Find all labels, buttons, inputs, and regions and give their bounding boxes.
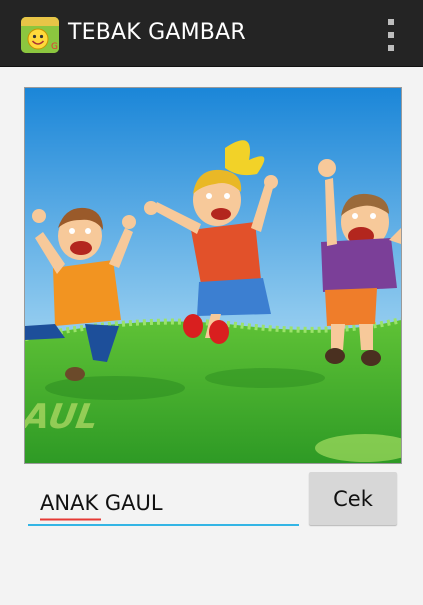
svg-text:G: G: [51, 42, 58, 52]
smiley-app-icon[interactable]: G: [21, 17, 59, 53]
check-button[interactable]: Cek: [309, 472, 397, 525]
app-title: TEBAK GAMBAR: [68, 20, 246, 45]
action-bar: G TEBAK GAMBAR: [0, 0, 423, 67]
main-content: GAUL ANAK GAUL Cek: [0, 67, 423, 605]
overflow-menu-icon[interactable]: [385, 19, 397, 51]
answer-input-value: ANAK GAUL: [40, 491, 163, 515]
spellcheck-underline: [40, 518, 101, 521]
puzzle-image: GAUL: [24, 87, 402, 464]
